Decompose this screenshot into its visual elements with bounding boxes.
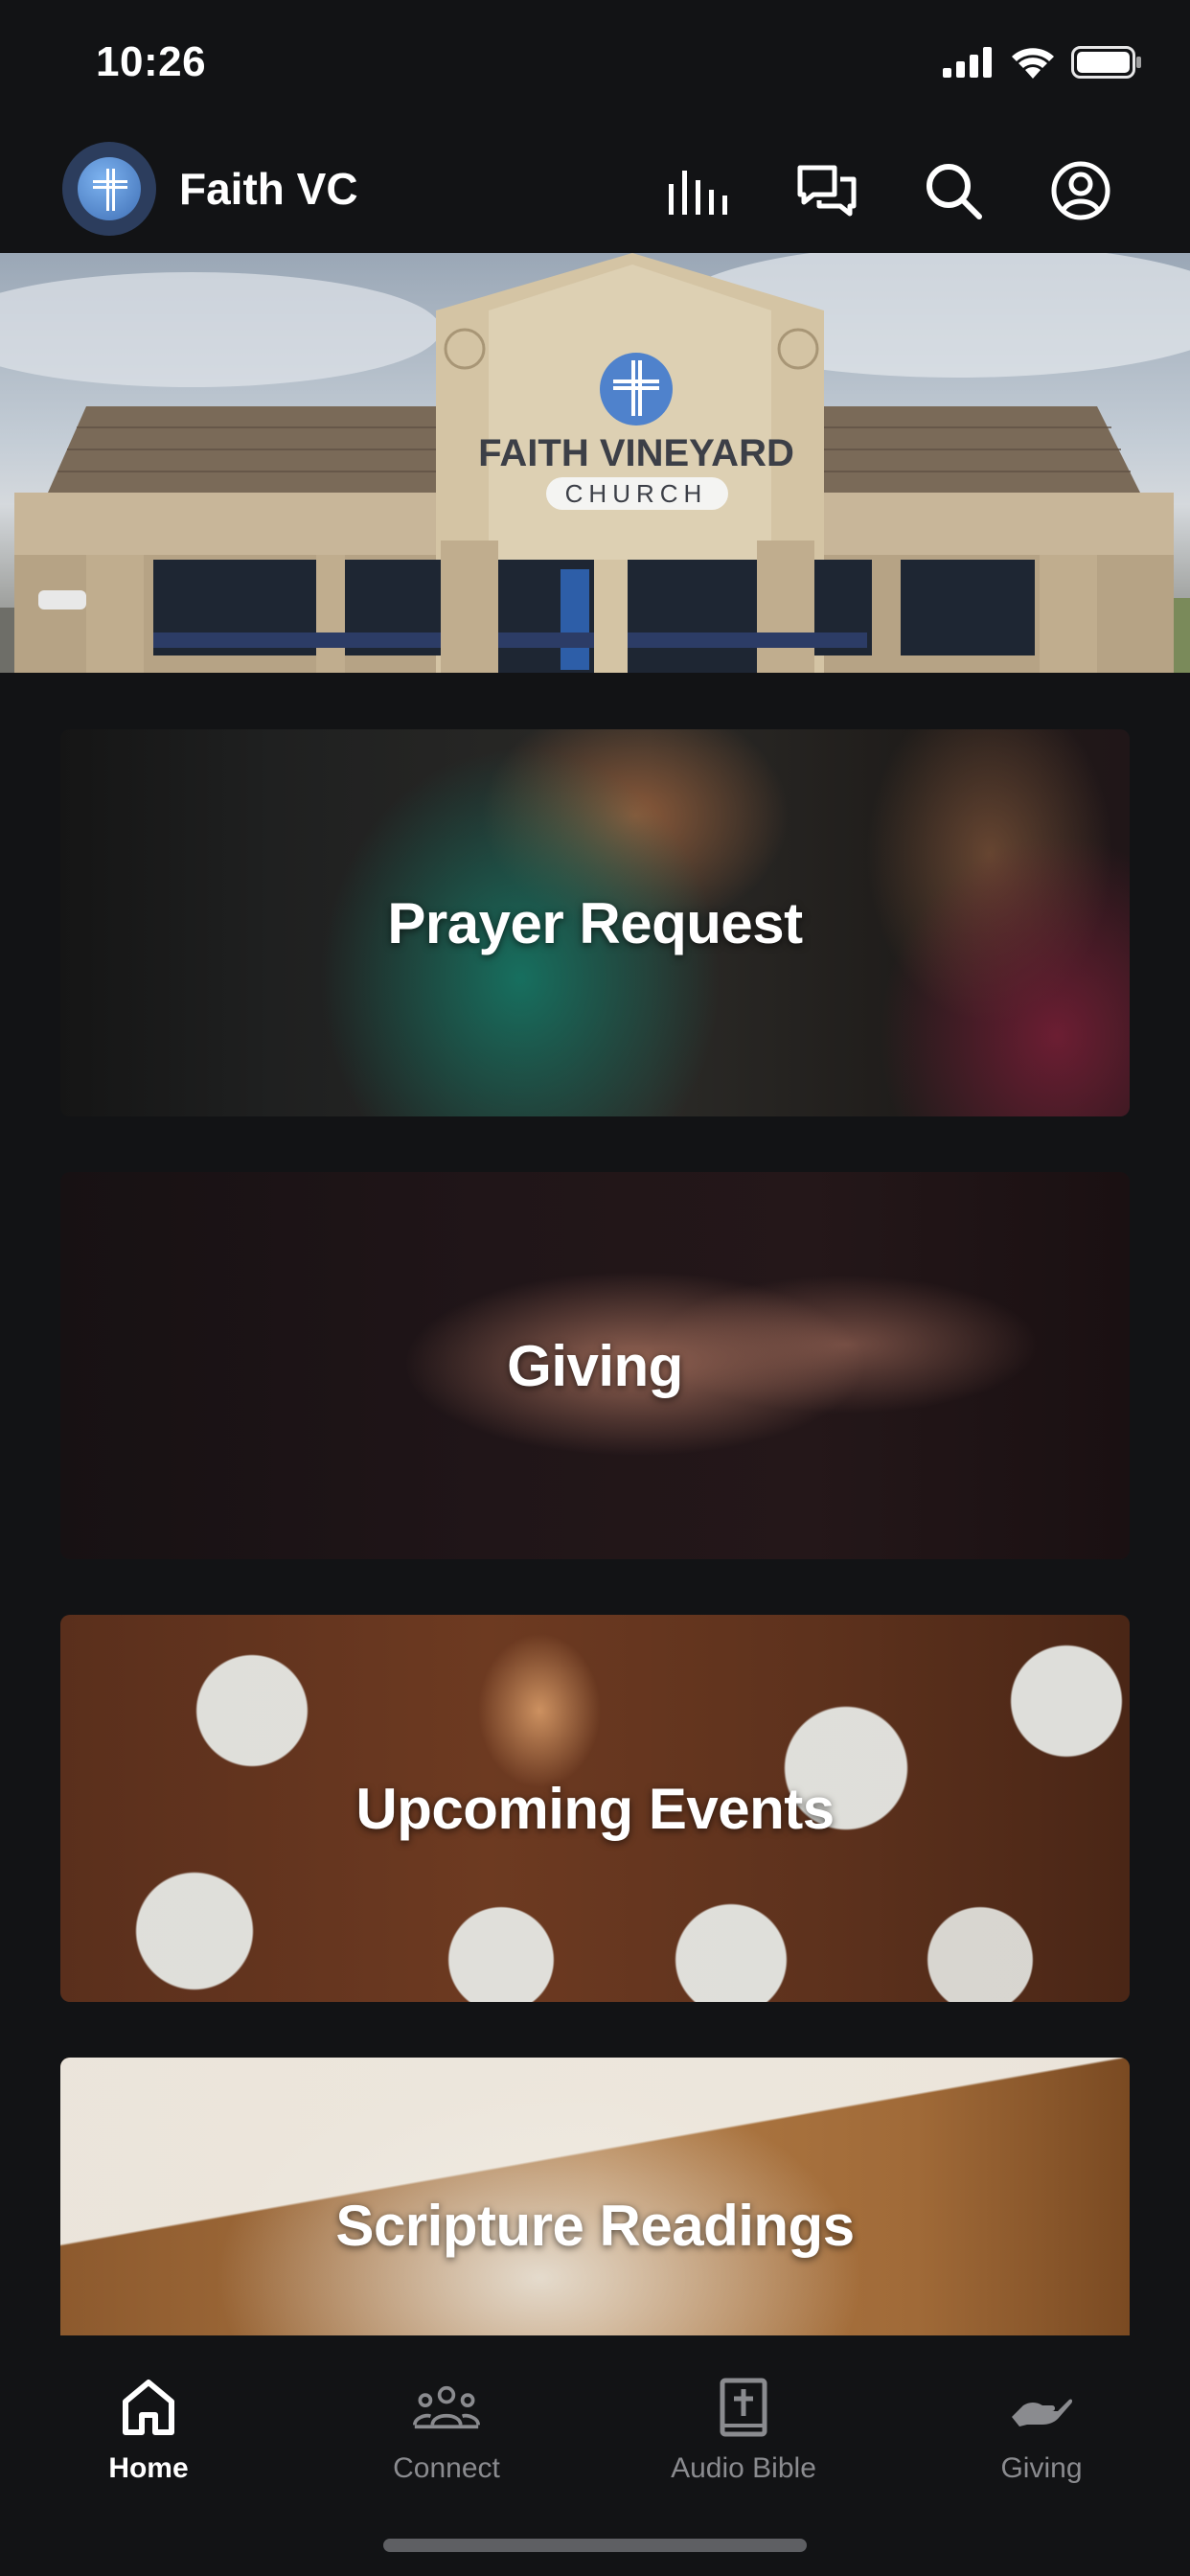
giving-title: Giving [507,1333,683,1398]
hero-sign-line1: FAITH VINEYARD [478,432,794,474]
prayer-request-card[interactable]: Prayer Request [60,729,1130,1116]
upcoming-events-card[interactable]: Upcoming Events [60,1615,1130,2002]
giving-hand-icon [1008,2374,1075,2441]
tab-connect[interactable]: Connect [298,2355,595,2498]
cross-logo-icon [78,157,141,220]
church-logo[interactable] [62,142,156,236]
people-icon [413,2374,480,2441]
cellular-signal-icon [943,47,992,78]
chat-bubbles-icon [797,165,857,217]
home-indicator[interactable] [383,2539,807,2552]
profile-button[interactable] [1047,157,1114,224]
scripture-readings-card[interactable]: Scripture Readings [60,2058,1130,2335]
wifi-icon [1012,48,1054,79]
tab-audio-bible[interactable]: Audio Bible [595,2355,892,2498]
home-icon [115,2374,182,2441]
search-icon [927,164,982,219]
audio-levels-button[interactable] [667,157,734,224]
audio-levels-icon [669,171,727,215]
status-bar: 10:26 [0,0,1190,134]
user-circle-icon [1051,161,1110,220]
prayer-request-title: Prayer Request [387,890,803,955]
tab-giving-label: Giving [1000,2452,1083,2484]
hero-sign-line2: CHURCH [565,479,708,508]
status-time: 10:26 [96,38,207,85]
status-icons [943,46,1142,79]
tab-audio-bible-label: Audio Bible [671,2452,816,2484]
tab-connect-label: Connect [393,2452,500,2484]
tab-giving[interactable]: Giving [893,2355,1190,2498]
giving-card[interactable]: Giving [60,1172,1130,1559]
app-title: Faith VC [179,164,358,214]
battery-icon [1071,46,1141,79]
messages-button[interactable] [793,157,860,224]
app-header: Faith VC [0,134,1190,253]
search-button[interactable] [920,157,987,224]
tab-home[interactable]: Home [0,2355,297,2498]
bible-icon [710,2374,777,2441]
tab-home-label: Home [108,2452,189,2484]
church-building-banner: FAITH VINEYARD CHURCH [0,253,1190,673]
upcoming-events-title: Upcoming Events [355,1776,835,1841]
scripture-readings-title: Scripture Readings [335,2193,855,2258]
